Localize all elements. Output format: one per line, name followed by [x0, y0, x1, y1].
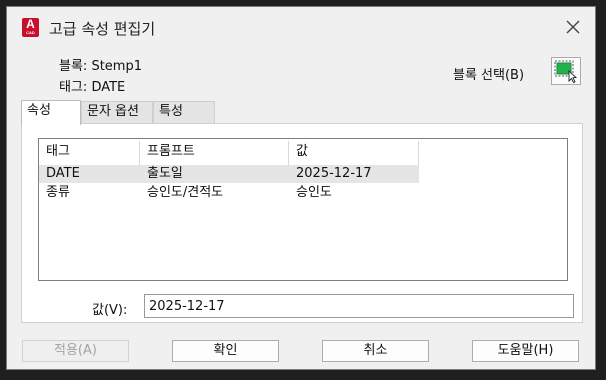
column-header-prompt[interactable]: 프롬프트	[147, 143, 195, 161]
select-block-label: 블록 선택(B)	[453, 68, 525, 83]
app-icon-letter: A	[26, 17, 35, 31]
block-value: Stemp1	[91, 59, 142, 74]
title-bar: A CAD 고급 속성 편집기	[7, 7, 595, 47]
help-button[interactable]: 도움말(H)	[472, 340, 579, 362]
column-separator	[418, 141, 419, 165]
column-header-value[interactable]: 값	[296, 143, 308, 161]
table-row[interactable]: DATE 출도일 2025-12-17	[39, 165, 419, 183]
block-label: 블록:	[59, 59, 88, 74]
select-objects-icon	[554, 60, 578, 84]
row-prompt: 출도일	[147, 166, 183, 181]
value-label: 값(V):	[92, 303, 128, 318]
apply-button[interactable]: 적용(A)	[22, 340, 129, 362]
tab-text-options[interactable]: 문자 옵션	[81, 101, 153, 124]
enhanced-attribute-editor-dialog: A CAD 고급 속성 편집기 블록: Stemp1 태그: DATE 블록 선…	[6, 6, 596, 370]
attribute-tab-panel: 태그 프롬프트 값 DATE 출도일 2025-12-17 종류 승인도/견적도…	[21, 123, 583, 323]
cancel-button[interactable]: 취소	[322, 340, 429, 362]
close-button[interactable]	[563, 17, 583, 37]
row-tag: 종류	[46, 185, 70, 200]
column-separator	[139, 141, 140, 165]
row-value: 2025-12-17	[296, 166, 372, 181]
list-header: 태그 프롬프트 값	[39, 143, 419, 161]
tab-attribute[interactable]: 속성	[21, 100, 81, 125]
column-header-tag[interactable]: 태그	[46, 143, 70, 161]
tag-name-info: 태그: DATE	[59, 76, 125, 95]
window-title: 고급 속성 편집기	[49, 20, 156, 38]
tag-label: 태그:	[59, 80, 88, 95]
row-tag: DATE	[46, 166, 80, 181]
column-separator	[288, 141, 289, 165]
table-row[interactable]: 종류 승인도/견적도 승인도	[39, 184, 419, 202]
tag-value: DATE	[91, 80, 126, 95]
row-prompt: 승인도/견적도	[147, 185, 224, 200]
app-icon-sub-label: CAD	[26, 30, 35, 35]
row-value: 승인도	[296, 185, 332, 200]
tab-properties[interactable]: 특성	[153, 101, 215, 124]
block-name-info: 블록: Stemp1	[59, 55, 142, 74]
autocad-app-icon: A CAD	[22, 18, 39, 37]
value-input[interactable]	[144, 294, 574, 318]
ok-button[interactable]: 확인	[172, 340, 279, 362]
attribute-list[interactable]: 태그 프롬프트 값 DATE 출도일 2025-12-17 종류 승인도/견적도…	[38, 138, 568, 281]
select-block-button[interactable]	[551, 57, 581, 85]
close-icon	[566, 20, 580, 34]
